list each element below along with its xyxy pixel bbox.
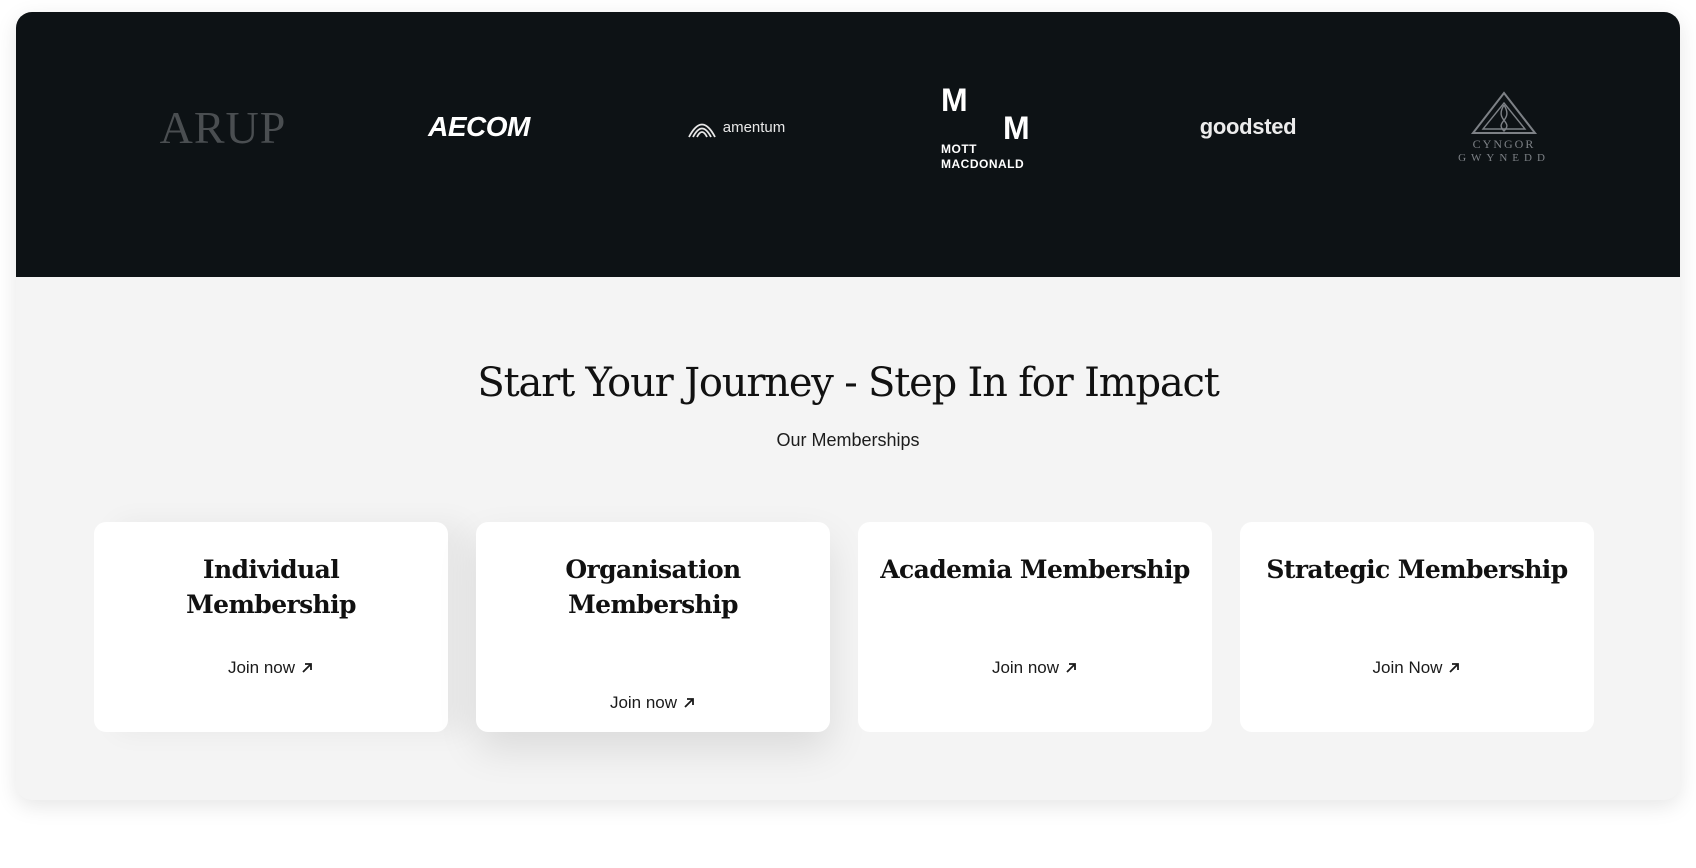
join-now-link[interactable]: Join now (94, 658, 448, 678)
membership-card-individual: Individual Membership Join now (94, 522, 448, 732)
join-now-label: Join now (227, 658, 296, 677)
card-title: Individual Membership (186, 555, 356, 619)
logo-mott-macdonald: M M MOTT MACDONALD (882, 67, 1102, 187)
logo-arup: ARUP (113, 67, 333, 187)
logo-goodsted: goodsted (1138, 67, 1358, 187)
logo-goodsted-text: goodsted (1199, 114, 1297, 139)
arrow-up-right-icon (684, 698, 694, 708)
logo-cyngor-line1: CYNGOR (1472, 136, 1536, 151)
logo-amentum-text: amentum (722, 118, 786, 136)
logo-amentum: amentum (626, 67, 846, 187)
cyngor-gwynedd-mark-icon (1470, 90, 1538, 134)
card-title: Organisation Membership (565, 555, 741, 619)
logo-arup-text: ARUP (159, 101, 287, 153)
join-now-link[interactable]: Join Now (1240, 658, 1594, 678)
card-title: Academia Membership (880, 555, 1190, 584)
section-heading: Start Your Journey - Step In for Impact (477, 360, 1219, 406)
partner-logo-band: ARUP AECOM amentum M M MOTT MACDONALD go… (16, 12, 1680, 277)
membership-card-academia: Academia Membership Join now (858, 522, 1212, 732)
arrow-up-right-icon (302, 663, 312, 673)
logo-mott-line2: MACDONALD (941, 157, 1025, 171)
logo-mott-mark-top: M (941, 82, 968, 118)
logo-mott-line1: MOTT (941, 142, 977, 156)
amentum-mark-icon (687, 123, 716, 138)
join-now-label: Join Now (1372, 658, 1443, 677)
membership-card-strategic: Strategic Membership Join Now (1240, 522, 1594, 732)
arrow-up-right-icon (1449, 663, 1460, 673)
membership-card-organisation: Organisation Membership Join now (476, 522, 830, 732)
logo-cyngor-gwynedd: CYNGOR GWYNEDD (1394, 67, 1614, 187)
join-now-label: Join now (609, 693, 678, 712)
logo-cyngor-line2: GWYNEDD (1458, 151, 1550, 164)
logo-aecom: AECOM (369, 67, 589, 187)
join-now-link[interactable]: Join now (476, 693, 830, 713)
card-title: Strategic Membership (1266, 555, 1568, 584)
join-now-label: Join now (991, 658, 1060, 677)
page-frame: ARUP AECOM amentum M M MOTT MACDONALD go… (16, 12, 1680, 800)
section-subheading: Our Memberships (776, 430, 920, 450)
arrow-up-right-icon (1066, 663, 1076, 673)
join-now-link[interactable]: Join now (858, 658, 1212, 678)
logo-aecom-text: AECOM (428, 111, 530, 142)
